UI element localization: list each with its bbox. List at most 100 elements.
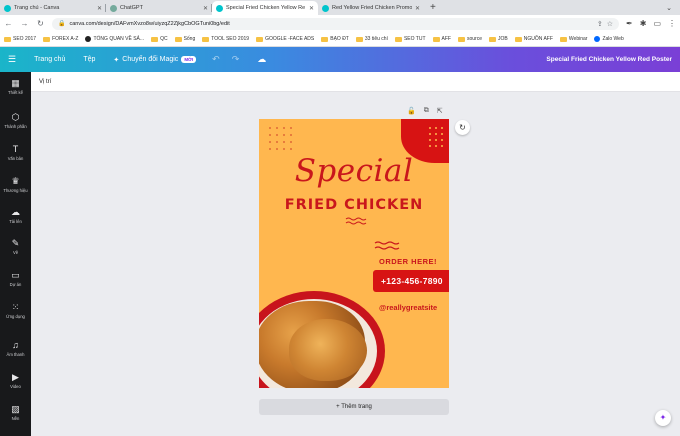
- new-tab-button[interactable]: +: [430, 1, 436, 15]
- video-icon: ▶: [12, 372, 19, 382]
- browser-tab-strip: Trang chủ - Canva ✕ ChatGPT ✕ Special Fr…: [0, 0, 680, 15]
- sidebar-item-text[interactable]: T Văn bản: [0, 144, 31, 161]
- folder-icon: [489, 36, 496, 42]
- bookmark-label: SEO 2017: [13, 36, 37, 42]
- cloud-save-icon[interactable]: ☁: [257, 54, 266, 65]
- sidebar-item-label: Nền: [11, 416, 20, 421]
- position-button[interactable]: Vị trí: [39, 79, 51, 85]
- headline-text[interactable]: FRIED CHICKEN: [259, 197, 449, 213]
- more-menu-icon[interactable]: ⋮: [668, 19, 676, 28]
- sidebar-item-elements[interactable]: ⬡ Thành phần: [0, 112, 31, 129]
- bookmark-label: BẠO ĐT: [330, 36, 349, 42]
- bookmark-item[interactable]: Webinar: [559, 36, 587, 42]
- hamburger-menu-icon[interactable]: ☰: [8, 54, 16, 65]
- undo-icon[interactable]: ↶: [212, 54, 220, 65]
- chevron-down-icon[interactable]: ⌄: [666, 4, 672, 12]
- bookmark-label: AFF: [441, 36, 451, 42]
- bookmark-item[interactable]: GOOGLE -FACE ADS: [256, 36, 314, 42]
- reload-icon[interactable]: ↻: [36, 19, 45, 28]
- bookmark-item[interactable]: Sống: [174, 36, 196, 42]
- order-label[interactable]: ORDER HERE!: [379, 257, 437, 266]
- browser-tab-promo[interactable]: Red Yellow Fried Chicken Promo ✕: [318, 1, 424, 15]
- design-title[interactable]: Special Fried Chicken Yellow Red Poster: [546, 56, 672, 63]
- wave-decoration-icon: [374, 241, 400, 250]
- folder-icon: [202, 36, 210, 42]
- bookmark-item[interactable]: AFF: [432, 36, 451, 42]
- bookmark-item[interactable]: JOB: [489, 36, 508, 42]
- chatgpt-favicon-icon: [110, 4, 117, 12]
- page-controls: 🔓 ⧉ ⇱: [407, 107, 443, 115]
- bookmark-item[interactable]: NGUỒN AFF: [514, 36, 553, 42]
- share-icon[interactable]: ⇪: [597, 20, 603, 28]
- extensions-icon[interactable]: ✱: [640, 19, 647, 28]
- browser-tab-canva-home[interactable]: Trang chủ - Canva ✕: [0, 1, 106, 15]
- bookmark-label: GOOGLE -FACE ADS: [265, 36, 315, 42]
- back-arrow-icon[interactable]: ←: [4, 19, 13, 28]
- phone-number[interactable]: +123-456-7890: [381, 276, 443, 286]
- redo-icon[interactable]: ↷: [232, 54, 240, 65]
- magic-assistant-icon[interactable]: ✦: [655, 410, 671, 426]
- pen-extension-icon[interactable]: ✒: [626, 19, 633, 28]
- bookmark-item[interactable]: QC: [151, 36, 168, 42]
- close-icon[interactable]: ✕: [309, 5, 314, 12]
- lock-icon[interactable]: 🔒: [58, 20, 65, 27]
- sidebar-item-label: Thiết kế: [8, 90, 23, 95]
- sidebar-item-label: Dự án: [9, 282, 22, 287]
- folder-icon: [514, 36, 522, 42]
- add-page-icon[interactable]: ⇱: [437, 107, 443, 115]
- sidebar-item-label: Video: [10, 384, 21, 389]
- sparkle-icon: ✦: [113, 56, 120, 64]
- duplicate-icon[interactable]: ⧉: [424, 107, 429, 115]
- tab-title: ChatGPT: [120, 5, 143, 11]
- magic-switch-button[interactable]: ✦ Chuyển đổi Magic MỚI: [113, 56, 197, 64]
- sidebar-item-video[interactable]: ▶ Video: [0, 372, 31, 389]
- sidepanel-icon[interactable]: ▭: [653, 19, 661, 28]
- tab-title: Special Fried Chicken Yellow Re: [226, 5, 306, 11]
- address-bar: ← → ↻ 🔒 canva.com/design/DAFvmXvzo8w/uiy…: [0, 15, 680, 32]
- poster-page[interactable]: Special FRIED CHICKEN ORDER HERE! +123-4…: [259, 119, 449, 388]
- folder-icon: [559, 36, 567, 42]
- file-menu-button[interactable]: Tệp: [83, 56, 95, 63]
- audio-icon: ♫: [12, 340, 19, 350]
- close-icon[interactable]: ✕: [203, 5, 208, 12]
- bookmark-label: Sống: [183, 36, 196, 42]
- headline-script-text[interactable]: Special: [259, 153, 449, 189]
- folder-icon: [355, 36, 363, 42]
- bookmark-item[interactable]: 33 tiêu chí: [355, 36, 388, 42]
- add-page-button[interactable]: + Thêm trang: [259, 399, 449, 415]
- sidebar-item-design[interactable]: ▦ Thiết kế: [0, 78, 31, 95]
- website-handle[interactable]: @reallygreatsite: [379, 303, 437, 312]
- sidebar-item-projects[interactable]: ▭ Dự án: [0, 270, 31, 287]
- url-omnibox[interactable]: 🔒 canva.com/design/DAFvmXvzo8w/uiyzqZ2Zj…: [52, 17, 620, 30]
- sidebar-item-label: Thành phần: [4, 124, 27, 129]
- lock-icon[interactable]: 🔓: [407, 107, 416, 115]
- sidebar-item-uploads[interactable]: ☁ Tải lên: [0, 207, 31, 224]
- bookmark-item[interactable]: source: [457, 36, 482, 42]
- forward-arrow-icon[interactable]: →: [20, 19, 29, 28]
- star-icon[interactable]: ☆: [607, 20, 613, 28]
- brand-icon: ♛: [11, 176, 20, 186]
- fried-chicken-image: [289, 319, 367, 381]
- close-icon[interactable]: ✕: [415, 5, 420, 12]
- home-button[interactable]: Trang chủ: [34, 56, 65, 63]
- sidebar-item-brand[interactable]: ♛ Thương hiệu: [0, 176, 31, 193]
- bookmark-item[interactable]: SEO 2017: [4, 36, 36, 42]
- bookmark-item[interactable]: TỔNG QUAN VỀ SẢ...: [85, 36, 144, 42]
- sidebar-item-draw[interactable]: ✎ Vẽ: [0, 238, 31, 255]
- folder-icon: [4, 36, 11, 42]
- sidebar-item-background[interactable]: ▨ Nền: [0, 404, 31, 421]
- browser-tab-poster-active[interactable]: Special Fried Chicken Yellow Re ✕: [212, 1, 318, 15]
- rotate-refresh-icon[interactable]: ↻: [455, 120, 470, 135]
- bookmark-item[interactable]: TOOL SEO 2019: [202, 36, 249, 42]
- close-icon[interactable]: ✕: [97, 5, 102, 12]
- url-text[interactable]: canva.com/design/DAFvmXvzo8w/uiyzqZ2Zjkg…: [69, 21, 592, 27]
- sidebar-item-apps[interactable]: ⁙ Ứng dụng: [0, 302, 31, 319]
- sidebar-item-audio[interactable]: ♫ Âm thanh: [0, 340, 31, 357]
- bookmark-label: source: [466, 36, 482, 42]
- bookmark-item[interactable]: FOREX A-Z: [43, 36, 78, 42]
- bookmark-item[interactable]: BẠO ĐT: [321, 36, 349, 42]
- folder-icon: [457, 36, 465, 42]
- bookmark-item[interactable]: Zalo Web: [594, 36, 624, 42]
- bookmark-item[interactable]: SEO TUT: [394, 36, 426, 42]
- browser-tab-chatgpt[interactable]: ChatGPT ✕: [106, 1, 212, 15]
